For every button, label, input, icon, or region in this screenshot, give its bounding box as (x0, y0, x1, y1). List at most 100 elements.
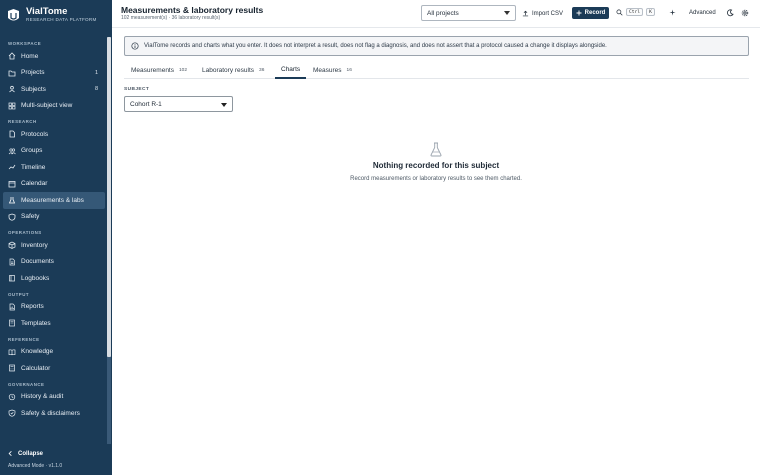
page-header: Measurements & laboratory results 102 me… (112, 0, 760, 28)
collapse-label: Collapse (18, 450, 44, 457)
sidebar-item-label: Safety (21, 213, 40, 221)
sidebar-item-label: Protocols (21, 130, 49, 138)
upload-icon (522, 10, 529, 17)
calendar-icon (8, 180, 16, 188)
section-label-research: RESEARCH (8, 119, 37, 124)
page-title: Measurements & laboratory results (121, 5, 264, 15)
sidebar-item-label: Timeline (21, 163, 46, 171)
sidebar-item-label: Templates (21, 319, 51, 327)
sidebar-item-calendar[interactable]: Calendar (3, 176, 105, 193)
theme-toggle-icon[interactable] (726, 9, 734, 17)
tab-count-badge: 36 (259, 68, 265, 73)
tab-count-badge: 102 (179, 68, 188, 73)
sidebar-item-label: History & audit (21, 393, 64, 401)
sidebar-item-label: Logbooks (21, 274, 50, 282)
sidebar-item-label: Home (21, 52, 39, 60)
sidebar-item-label: Calculator (21, 364, 51, 372)
logo-icon (8, 8, 19, 20)
book-icon (8, 274, 16, 282)
shield-icon (8, 213, 16, 221)
sidebar-item-home[interactable]: Home (3, 48, 105, 65)
sidebar-item-protocols[interactable]: Protocols (3, 126, 105, 143)
file-icon (8, 258, 16, 266)
sidebar-nav: WORKSPACE Home Projects 1 Subjects 8 Mul… (3, 40, 105, 445)
sidebar-item-label: Multi-subject view (21, 102, 73, 110)
section-label-reference: REFERENCE (8, 336, 40, 342)
command-search-button[interactable]: Ctrl K (616, 8, 655, 16)
tab-label: Charts (281, 66, 301, 73)
sidebar-item-inventory[interactable]: Inventory (3, 237, 105, 254)
brand[interactable]: VialTome RESEARCH DATA PLATFORM (7, 7, 97, 23)
timeline-icon (8, 163, 16, 171)
advanced-toggle[interactable]: Advanced (689, 10, 716, 16)
sidebar-item-safety[interactable]: Safety (3, 209, 105, 226)
sidebar-item-count: 8 (94, 86, 98, 93)
mode-version-label: Advanced Mode · v1.1.0 (8, 463, 63, 469)
tab-measures[interactable]: Measures 16 (313, 62, 352, 79)
shortcut-key-k: K (646, 8, 655, 16)
flask-icon (430, 142, 442, 157)
gear-icon[interactable] (741, 9, 749, 17)
subjects-icon (8, 85, 16, 93)
sidebar-item-projects[interactable]: Projects 1 (3, 65, 105, 82)
record-button[interactable]: Record (572, 7, 609, 19)
section-label-operations: OPERATIONS (8, 230, 42, 235)
sidebar-scrollbar-thumb[interactable] (107, 37, 111, 357)
sidebar-item-templates[interactable]: Templates (3, 315, 105, 332)
sidebar: VialTome RESEARCH DATA PLATFORM WORKSPAC… (0, 0, 112, 475)
collapse-button[interactable]: Collapse (7, 450, 43, 457)
sidebar-item-timeline[interactable]: Timeline (3, 159, 105, 176)
sidebar-item-knowledge[interactable]: Knowledge (3, 344, 105, 361)
tab-laboratory-results[interactable]: Laboratory results 36 (202, 62, 264, 79)
sparkle-icon[interactable] (669, 9, 676, 16)
sidebar-item-safety-disclaimers[interactable]: Safety & disclaimers (3, 405, 105, 422)
page-subtitle: 102 measurement(s) · 36 laboratory resul… (121, 15, 221, 21)
shield-check-icon (8, 409, 16, 417)
tab-label: Measures (313, 67, 342, 74)
grid-icon (8, 102, 16, 110)
sidebar-item-count: 1 (94, 69, 98, 76)
tab-charts[interactable]: Charts (275, 62, 307, 79)
groups-icon (8, 147, 16, 155)
book-open-icon (8, 348, 16, 356)
app-tagline: RESEARCH DATA PLATFORM (26, 17, 97, 22)
empty-state-title: Nothing recorded for this subject (372, 161, 500, 170)
sidebar-item-label: Knowledge (21, 348, 54, 356)
project-select[interactable]: All projects (421, 5, 516, 21)
chevron-down-icon (504, 11, 510, 15)
sidebar-item-subjects[interactable]: Subjects 8 (3, 81, 105, 98)
sidebar-item-documents[interactable]: Documents (3, 254, 105, 271)
tab-label: Measurements (131, 67, 174, 74)
tab-bar: Measurements 102 Laboratory results 36 C… (124, 62, 749, 79)
flask-icon (8, 196, 16, 204)
sidebar-item-history-audit[interactable]: History & audit (3, 389, 105, 406)
subject-select-value: Cohort R-1 (130, 100, 162, 108)
box-icon (8, 241, 16, 250)
report-icon (8, 303, 16, 311)
tab-measurements[interactable]: Measurements 102 (131, 62, 187, 79)
import-csv-button[interactable]: Import CSV (522, 7, 563, 20)
shortcut-key-ctrl: Ctrl (626, 8, 644, 16)
sidebar-item-reports[interactable]: Reports (3, 299, 105, 316)
section-label-workspace: WORKSPACE (8, 41, 42, 46)
sidebar-item-label: Calendar (21, 180, 48, 188)
sidebar-item-label: Safety & disclaimers (21, 409, 80, 417)
plus-icon (576, 10, 582, 16)
section-label-governance: GOVERNANCE (8, 381, 45, 387)
sidebar-item-label: Documents (21, 258, 54, 266)
sidebar-item-label: Groups (21, 147, 43, 155)
subject-select[interactable]: Cohort R-1 (124, 96, 233, 112)
sidebar-item-multi-subject-view[interactable]: Multi-subject view (3, 98, 105, 115)
sidebar-item-label: Projects (21, 69, 45, 77)
sidebar-item-groups[interactable]: Groups (3, 143, 105, 160)
tab-count-badge: 16 (346, 68, 352, 73)
collapse-icon (8, 451, 12, 456)
sidebar-item-logbooks[interactable]: Logbooks (3, 270, 105, 287)
subject-label: SUBJECT (124, 87, 150, 92)
search-icon (616, 9, 623, 16)
project-select-value: All projects (427, 9, 459, 17)
record-label: Record (584, 10, 606, 16)
sidebar-item-calculator[interactable]: Calculator (3, 360, 105, 377)
empty-state-subtitle: Record measurements or laboratory result… (350, 176, 522, 182)
sidebar-item-measurements-labs[interactable]: Measurements & labs (3, 192, 105, 209)
